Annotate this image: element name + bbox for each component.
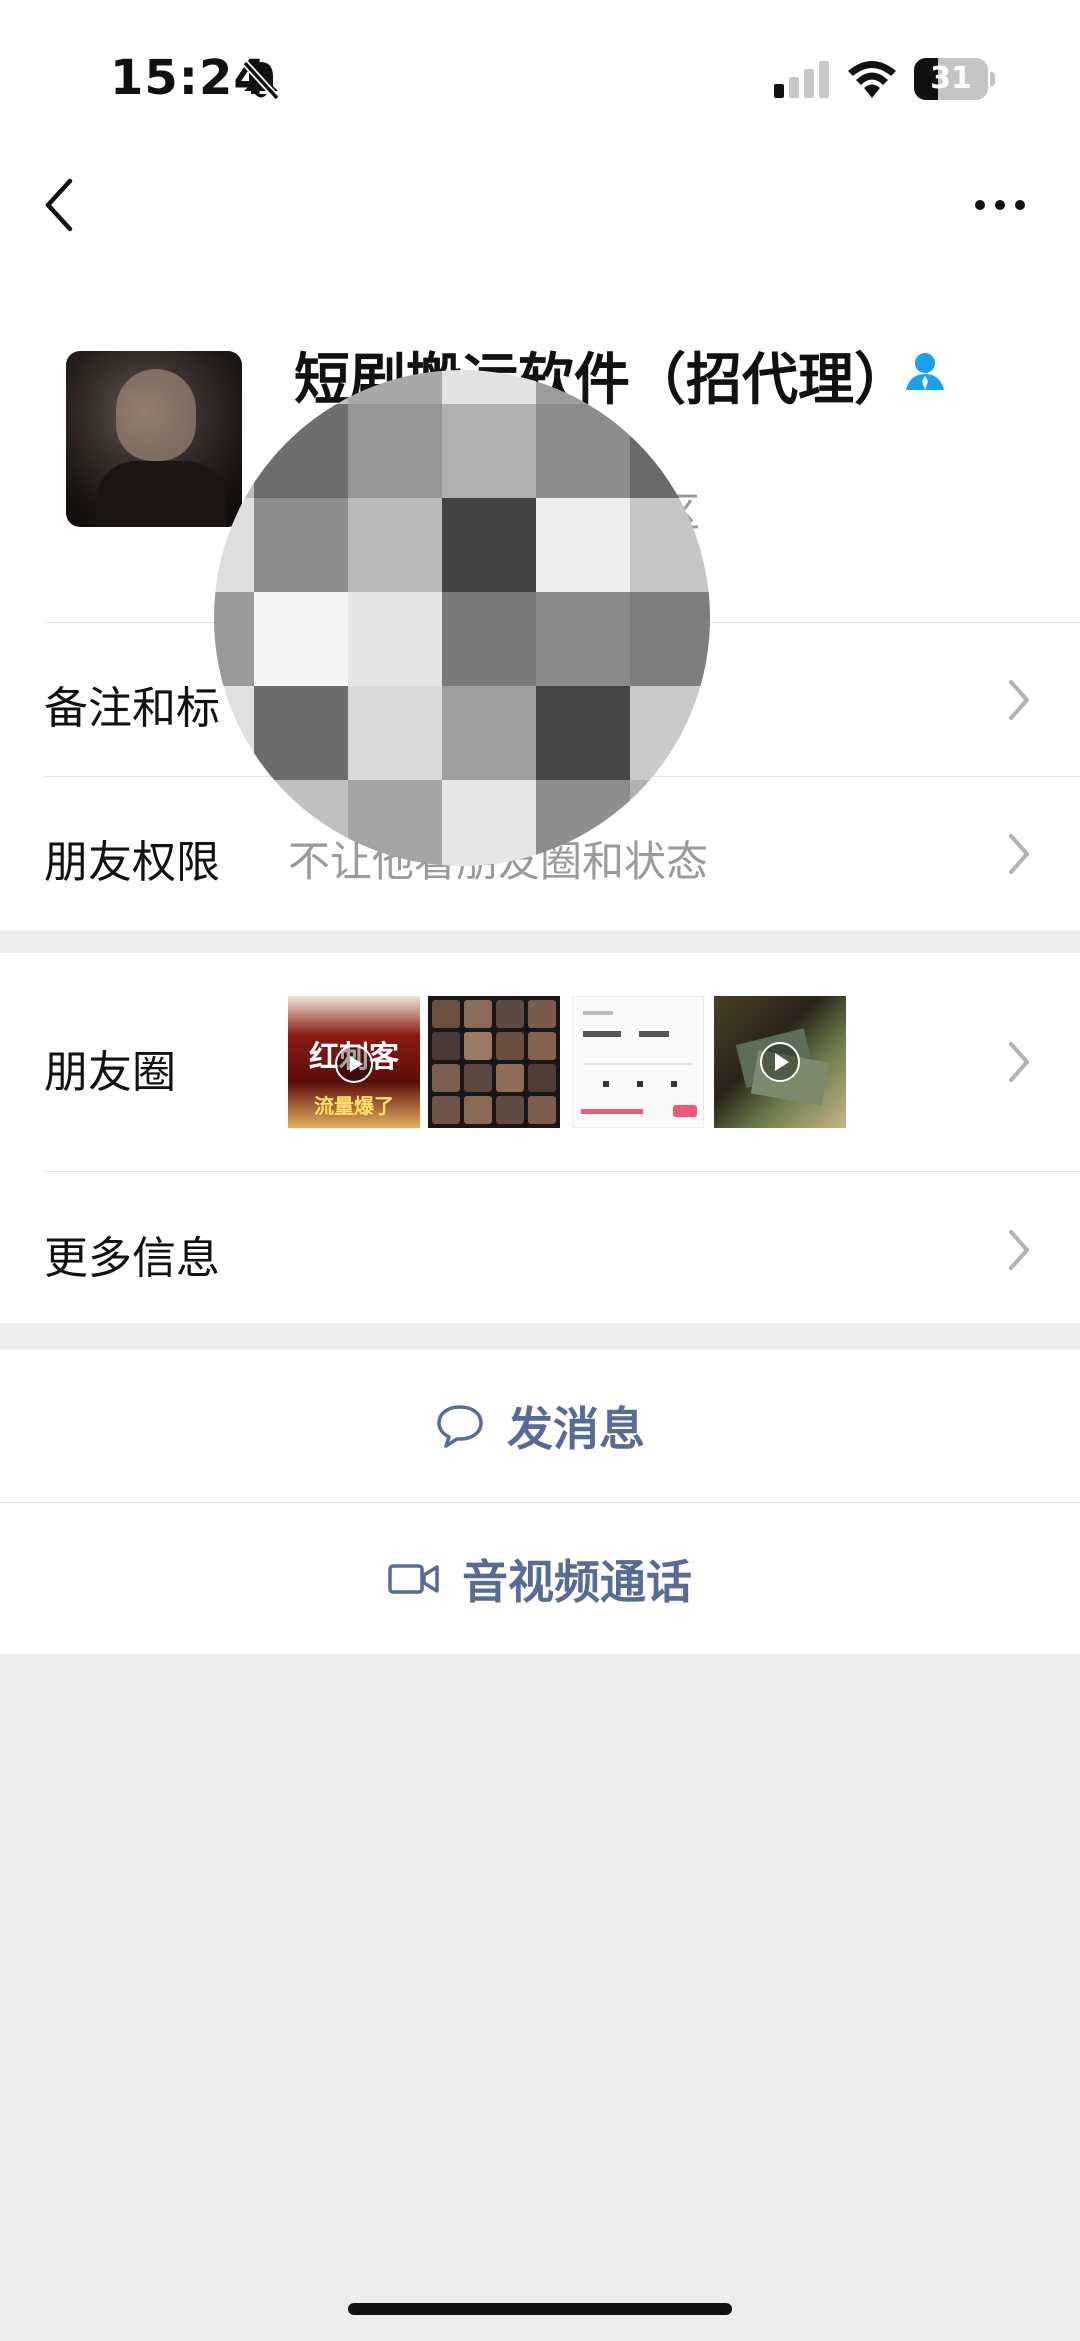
row-remark-label: 备注和标 — [44, 683, 220, 734]
row-more-info-label: 更多信息 — [44, 1233, 220, 1284]
privacy-mosaic — [214, 370, 710, 866]
battery-level: 31 — [930, 61, 972, 96]
contact-badge-icon — [906, 353, 944, 390]
send-message-label: 发消息 — [507, 1402, 645, 1456]
wifi-icon — [848, 61, 896, 98]
moments-thumbnail[interactable] — [428, 996, 560, 1128]
more-icon[interactable] — [970, 190, 1030, 220]
moments-thumbnail[interactable] — [572, 996, 704, 1128]
play-icon — [335, 1045, 373, 1083]
row-permissions-label: 朋友权限 — [44, 837, 220, 888]
video-camera-icon — [388, 1563, 439, 1594]
chevron-right-icon — [1009, 1230, 1029, 1270]
send-message-button[interactable]: 发消息 — [0, 1350, 1080, 1502]
signal-icon — [774, 61, 829, 98]
battery-cap — [990, 72, 995, 86]
moments-thumbnail[interactable]: 红刺客 流量爆了 — [288, 996, 420, 1128]
thumb-text-bottom: 流量爆了 — [314, 1094, 394, 1118]
chevron-right-icon — [1009, 834, 1029, 874]
chat-bubble-icon — [437, 1405, 483, 1448]
bell-muted-icon — [242, 60, 280, 101]
av-call-label: 音视频通话 — [462, 1554, 692, 1609]
back-chevron-icon[interactable] — [40, 175, 80, 235]
chevron-right-icon — [1009, 1042, 1029, 1082]
chevron-right-icon — [1009, 680, 1029, 720]
battery-icon: 31 — [914, 58, 988, 100]
play-icon — [760, 1042, 800, 1082]
av-call-button[interactable]: 音视频通话 — [0, 1503, 1080, 1654]
row-moments-label: 朋友圈 — [44, 1047, 176, 1098]
home-indicator[interactable] — [348, 2303, 732, 2315]
moments-thumbnail[interactable] — [714, 996, 846, 1128]
